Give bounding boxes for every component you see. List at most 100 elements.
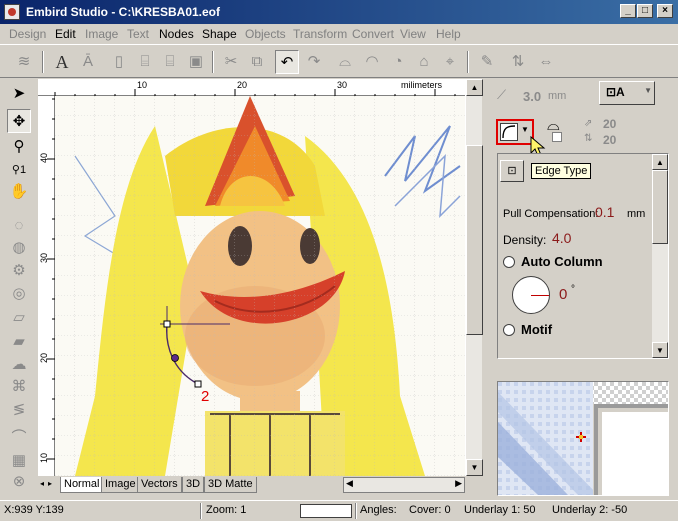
distribute-icon[interactable]: ⇔: [534, 50, 558, 74]
panel-scroll-thumb[interactable]: [652, 170, 668, 244]
text-path-icon[interactable]: Ā: [76, 50, 100, 74]
scroll-up-button[interactable]: ▲: [466, 79, 483, 96]
wand-icon[interactable]: ✎: [475, 50, 499, 74]
ribbon-shape-icon[interactable]: ▰: [7, 330, 31, 354]
redo-icon[interactable]: ↷: [302, 50, 326, 74]
panel-scroll-up[interactable]: ▲: [652, 154, 668, 170]
close-button[interactable]: ×: [657, 4, 673, 18]
measure-icon[interactable]: ◔: [386, 50, 410, 74]
pull-comp-value[interactable]: 0.1: [595, 204, 614, 220]
hand-pan-icon[interactable]: ✋: [7, 180, 31, 204]
line-width-icon: ⟋: [497, 87, 507, 102]
chevron-down-icon: ▼: [521, 125, 529, 134]
motif-label: Motif: [521, 322, 553, 337]
tab-scroll-right-icon[interactable]: ▸: [48, 479, 52, 488]
circle-shape-icon[interactable]: ◎: [7, 282, 31, 306]
open-file-icon[interactable]: ⌸: [133, 50, 157, 74]
pull-comp-unit: mm: [627, 208, 646, 220]
fill-shape-icon[interactable]: ◍: [7, 236, 31, 260]
title-bar: Embird Studio - C:\KRESBA01.eof _ □ ×: [0, 0, 678, 24]
menu-help[interactable]: Help: [436, 27, 461, 41]
align-icon[interactable]: ⇅: [506, 50, 530, 74]
tab-vectors[interactable]: Vectors: [137, 477, 182, 493]
curve-icon[interactable]: ⌒: [7, 426, 31, 450]
tab-scroll-left-icon[interactable]: ◂: [40, 479, 44, 488]
menu-transform[interactable]: Transform: [293, 27, 347, 41]
arrow-select-icon[interactable]: ➤: [7, 82, 31, 106]
transform-icon[interactable]: ⌂: [412, 50, 436, 74]
zoom-level: Zoom: 1: [206, 504, 247, 516]
underlay2-value: Underlay 2: -50: [552, 504, 628, 516]
gear-shape-icon[interactable]: ⚙: [7, 259, 31, 283]
import-icon[interactable]: ⌸: [158, 50, 182, 74]
menu-text[interactable]: Text: [127, 27, 149, 41]
save-icon[interactable]: ▣: [184, 50, 208, 74]
toolbar-separator: [467, 51, 469, 73]
panel-scroll-down[interactable]: ▼: [652, 342, 668, 358]
horizontal-scrollbar[interactable]: ◀ ▶: [343, 477, 465, 493]
pull-comp-label: Pull Compensation:: [503, 208, 599, 220]
cut-icon[interactable]: ✂: [219, 50, 243, 74]
density-value[interactable]: 4.0: [552, 230, 571, 246]
corner-box-icon: [552, 132, 562, 142]
column-shape-icon[interactable]: ⌘: [7, 375, 31, 399]
design-canvas[interactable]: 2: [55, 96, 465, 476]
text-icon[interactable]: A: [50, 50, 74, 74]
status-separator: [355, 503, 357, 519]
menu-nodes[interactable]: Nodes: [159, 27, 194, 41]
ruler-tick-label: 20: [39, 352, 50, 364]
vertical-scrollbar[interactable]: ▲ ▼: [465, 79, 483, 476]
menu-shape[interactable]: Shape: [202, 27, 237, 41]
tab-image[interactable]: Image: [101, 477, 140, 493]
menu-convert[interactable]: Convert: [352, 27, 394, 41]
scroll-left-icon[interactable]: ◀: [346, 478, 353, 489]
menu-design[interactable]: Design: [9, 27, 46, 41]
angle-value: 0: [559, 286, 568, 303]
underlay1-value: Underlay 1: 50: [464, 504, 536, 516]
motif-radio[interactable]: [503, 324, 515, 336]
menu-edit[interactable]: Edit: [55, 27, 76, 41]
minimize-button[interactable]: _: [620, 4, 636, 18]
tab-normal[interactable]: Normal: [60, 477, 104, 493]
menu-bar: Design Edit Image Text Nodes Shape Objec…: [0, 24, 678, 44]
menu-image[interactable]: Image: [85, 27, 118, 41]
select-node-icon[interactable]: ⊡: [500, 160, 524, 182]
stitch-icon[interactable]: ≋: [12, 50, 36, 74]
menu-objects[interactable]: Objects: [245, 27, 286, 41]
zigzag-icon[interactable]: ≶: [7, 398, 31, 422]
view-tabs: ◂ ▸ Normal Image Vectors 3D 3D Matte ◀ ▶: [38, 476, 482, 494]
angle-dial[interactable]: [512, 276, 550, 314]
maximize-button[interactable]: □: [637, 4, 653, 18]
hoop-icon[interactable]: ⊗: [7, 470, 31, 494]
mirror-icon[interactable]: ⌖: [438, 50, 462, 74]
ruler-tick-label: 30: [337, 80, 348, 90]
scroll-right-icon[interactable]: ▶: [455, 478, 462, 489]
blob-shape-icon[interactable]: ☁: [7, 353, 31, 377]
preview-pane: [497, 381, 669, 496]
width-value: 3.0: [523, 89, 542, 104]
ruler-tick-label: 40: [39, 152, 50, 164]
rect-shape-icon[interactable]: ▱: [7, 306, 31, 330]
tab-3d-matte[interactable]: 3D Matte: [204, 477, 257, 493]
color-swatch: [300, 504, 352, 518]
zoom-icon[interactable]: ⚲: [7, 135, 31, 159]
ruler-tick-label: 10: [39, 452, 50, 464]
gauge-icon[interactable]: ◠: [360, 50, 384, 74]
stitch-type-dropdown[interactable]: ⊡A ▼: [599, 81, 655, 105]
tab-3d[interactable]: 3D: [182, 477, 205, 493]
panel-scrollbar[interactable]: ▲ ▼: [652, 154, 668, 358]
auto-column-radio[interactable]: [503, 256, 515, 268]
zoom-one-icon[interactable]: ⚲1: [7, 158, 31, 182]
preview-image: [498, 382, 668, 495]
tool-palette: ➤ ✥ ⚲ ⚲1 ✋ ◌ ◍ ⚙ ◎ ▱ ▰ ☁ ⌘ ≶ ⌒ ▦ ⊗: [0, 79, 36, 497]
undo-icon[interactable]: ↶: [275, 50, 299, 74]
node-edit-icon[interactable]: ✥: [7, 109, 31, 133]
new-file-icon[interactable]: ▯: [107, 50, 131, 74]
node-tool-icon[interactable]: ⌓: [333, 50, 357, 74]
scroll-down-button[interactable]: ▼: [466, 459, 483, 476]
app-icon[interactable]: [4, 4, 20, 20]
menu-view[interactable]: View: [400, 27, 426, 41]
copy-icon[interactable]: ⧉: [245, 50, 269, 74]
freehand-shape-icon[interactable]: ◌: [7, 214, 31, 238]
scroll-thumb[interactable]: [466, 145, 483, 335]
